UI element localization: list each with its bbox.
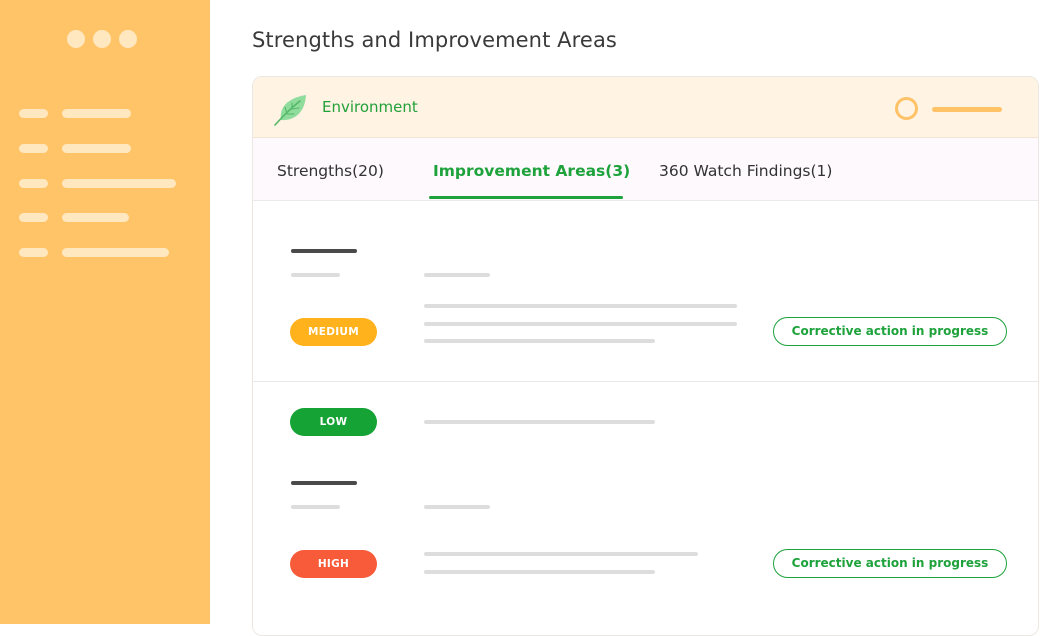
row-divider <box>253 381 1038 382</box>
sidebar-item-2[interactable] <box>19 144 131 153</box>
sidebar-item-label-placeholder <box>62 144 131 153</box>
sidebar-item-icon-placeholder <box>19 144 48 153</box>
finding-description-placeholder <box>424 570 655 574</box>
severity-badge-high: HIGH <box>290 550 377 578</box>
tab-360-watch-findings[interactable]: 360 Watch Findings(1) <box>659 162 832 180</box>
sidebar-item-label-placeholder <box>62 179 176 188</box>
sidebar-item-label-placeholder <box>62 109 131 118</box>
finding-description-placeholder <box>424 552 698 556</box>
finding-meta-placeholder <box>291 273 340 277</box>
severity-badge-medium: MEDIUM <box>290 318 377 346</box>
leaf-icon <box>274 95 306 126</box>
finding-description-placeholder <box>424 420 655 424</box>
corrective-action-button[interactable]: Corrective action in progress <box>773 549 1007 578</box>
finding-title-placeholder <box>291 249 357 253</box>
sidebar-item-label-placeholder <box>62 248 169 257</box>
card-header: Environment <box>253 77 1038 138</box>
finding-meta-placeholder <box>291 505 340 509</box>
window-dots <box>67 30 137 48</box>
sidebar-item-icon-placeholder <box>19 179 48 188</box>
finding-title-placeholder <box>291 481 357 485</box>
sidebar <box>0 0 210 624</box>
finding-meta-placeholder <box>424 505 490 509</box>
finding-description-placeholder <box>424 322 737 326</box>
status-bar-placeholder <box>932 107 1002 112</box>
window-dot <box>93 30 111 48</box>
tab-improvement-areas[interactable]: Improvement Areas(3) <box>433 162 630 180</box>
page-title: Strengths and Improvement Areas <box>252 28 617 52</box>
tab-bar: Strengths(20) Improvement Areas(3) 360 W… <box>253 138 1038 201</box>
sidebar-item-1[interactable] <box>19 109 131 118</box>
category-card: Environment Strengths(20) Improvement Ar… <box>252 76 1039 636</box>
finding-description-placeholder <box>424 304 737 308</box>
sidebar-item-icon-placeholder <box>19 213 48 222</box>
sidebar-item-5[interactable] <box>19 248 169 257</box>
status-circle-icon <box>895 97 918 120</box>
window-dot <box>119 30 137 48</box>
corrective-action-button[interactable]: Corrective action in progress <box>773 317 1007 346</box>
sidebar-item-4[interactable] <box>19 213 129 222</box>
category-title: Environment <box>322 98 418 116</box>
active-tab-indicator <box>429 196 623 199</box>
finding-meta-placeholder <box>424 273 490 277</box>
sidebar-item-label-placeholder <box>62 213 129 222</box>
severity-badge-low: LOW <box>290 408 377 436</box>
finding-description-placeholder <box>424 339 655 343</box>
tab-strengths[interactable]: Strengths(20) <box>277 162 384 180</box>
sidebar-item-icon-placeholder <box>19 248 48 257</box>
window-dot <box>67 30 85 48</box>
sidebar-item-3[interactable] <box>19 179 176 188</box>
sidebar-item-icon-placeholder <box>19 109 48 118</box>
